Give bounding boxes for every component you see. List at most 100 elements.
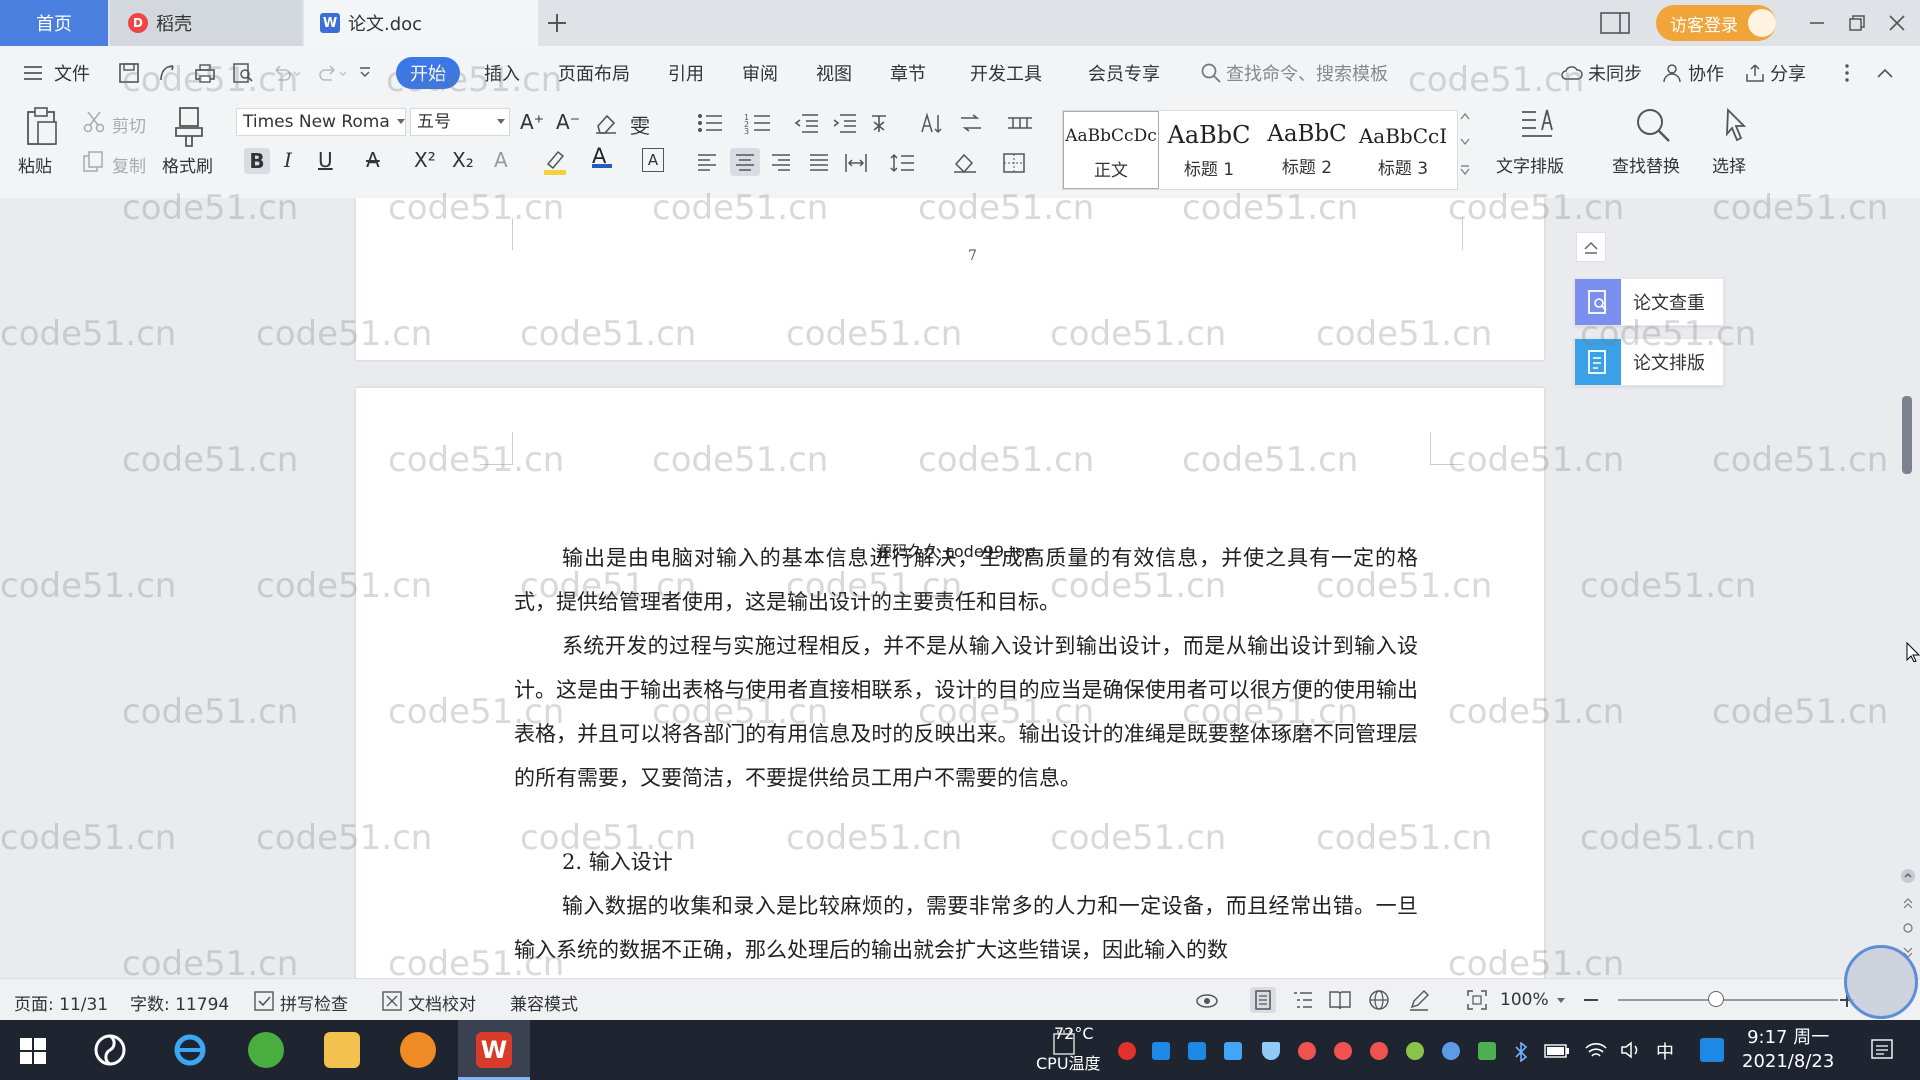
menu-chapter[interactable]: 章节	[890, 60, 926, 86]
collapse-ribbon-icon[interactable]	[1874, 62, 1896, 84]
input-method-indicator[interactable]: 中	[1656, 1038, 1674, 1064]
superscript-icon[interactable]: X²	[414, 148, 436, 172]
paste-button-label[interactable]: 粘贴	[18, 152, 52, 177]
decrease-indent-icon[interactable]	[794, 112, 820, 134]
menu-insert[interactable]: 插入	[484, 60, 520, 86]
paste-icon[interactable]	[24, 106, 60, 146]
windows-start-icon[interactable]	[20, 1038, 46, 1064]
minimize-icon[interactable]	[1806, 12, 1828, 34]
close-icon[interactable]	[1886, 12, 1908, 34]
text-layout-icon[interactable]	[1520, 106, 1558, 146]
menu-developer[interactable]: 开发工具	[970, 60, 1042, 86]
unsynced-status[interactable]: 未同步	[1588, 60, 1642, 86]
strikethrough-icon[interactable]: A	[366, 148, 380, 172]
360-browser-icon[interactable]	[248, 1032, 284, 1068]
document-paragraph[interactable]: 输出是由电脑对输入的基本信息进行解决，生成高质量的有效信息，并使之具有一定的格式…	[514, 536, 1418, 624]
wifi-icon[interactable]	[1584, 1040, 1608, 1060]
zoom-slider-thumb[interactable]	[1708, 991, 1724, 1007]
spell-check-button[interactable]: 拼写检查	[280, 990, 348, 1015]
font-size-select[interactable]: 五号	[410, 108, 510, 136]
tray-app-icon[interactable]	[1406, 1042, 1424, 1060]
pinwheel-app-icon[interactable]	[92, 1032, 128, 1068]
phonetic-guide-icon[interactable]: 雯	[630, 110, 650, 139]
find-replace-icon[interactable]	[1634, 106, 1672, 146]
distributed-align-icon[interactable]	[844, 152, 868, 174]
tray-app-icon[interactable]	[1188, 1042, 1206, 1060]
undo-icon[interactable]	[270, 62, 300, 84]
style-heading-3[interactable]: AaBbCcI 标题 3	[1355, 111, 1451, 189]
decrease-font-icon[interactable]: A⁻	[556, 110, 580, 134]
style-normal[interactable]: AaBbCcDc 正文	[1063, 111, 1159, 189]
battery-icon[interactable]	[1544, 1044, 1570, 1058]
quick-access-more-icon[interactable]	[358, 66, 372, 80]
notification-center-icon[interactable]	[1870, 1038, 1894, 1062]
share-button[interactable]: 分享	[1770, 60, 1806, 86]
font-color-icon[interactable]: A	[592, 144, 612, 168]
clear-format-icon[interactable]	[594, 112, 618, 134]
menu-home-start[interactable]: 开始	[396, 57, 460, 89]
tray-security-icon[interactable]	[1262, 1042, 1280, 1060]
align-right-icon[interactable]	[770, 152, 792, 172]
menu-page-layout[interactable]: 页面布局	[558, 60, 630, 86]
scroll-up-icon[interactable]	[1900, 868, 1916, 884]
copy-icon[interactable]	[82, 150, 106, 174]
system-clock[interactable]: 9:17 周一 2021/8/23	[1742, 1026, 1834, 1074]
tab-document[interactable]: W 论文.doc	[304, 0, 538, 46]
word-count-status[interactable]: 字数: 11794	[130, 990, 229, 1015]
paper-check-button[interactable]: 论文查重	[1574, 278, 1724, 326]
browse-object-icon[interactable]	[1902, 922, 1914, 934]
web-view-icon[interactable]	[1368, 989, 1390, 1011]
volume-icon[interactable]	[1620, 1040, 1642, 1060]
sort-icon[interactable]	[918, 112, 942, 134]
tab-home[interactable]: 首页	[0, 0, 108, 46]
vertical-scrollbar-thumb[interactable]	[1902, 396, 1912, 474]
bold-icon[interactable]: B	[244, 148, 270, 174]
document-paragraph[interactable]: 系统开发的过程与实施过程相反，并不是从输入设计到输出设计，而是从输出设计到输入设…	[514, 624, 1418, 800]
tab-daoke[interactable]: D 稻壳	[110, 0, 302, 46]
media-player-icon[interactable]	[400, 1032, 436, 1068]
zoom-dropdown-icon[interactable]	[1556, 997, 1566, 1005]
tray-app-icon[interactable]	[1224, 1042, 1242, 1060]
text-layout-button[interactable]: 文字排版	[1496, 152, 1564, 177]
format-painter-icon[interactable]	[172, 106, 206, 148]
increase-indent-icon[interactable]	[832, 112, 858, 134]
tray-app-icon[interactable]	[1442, 1042, 1460, 1060]
ie-browser-icon[interactable]	[172, 1032, 208, 1068]
style-scroll-down-icon[interactable]	[1460, 138, 1470, 146]
chinese-layout-icon[interactable]	[870, 112, 900, 134]
page-view-icon[interactable]	[1250, 987, 1276, 1013]
wps-taskbar-item[interactable]: W	[458, 1020, 530, 1080]
tray-nvidia-icon[interactable]	[1478, 1042, 1496, 1060]
page-count-status[interactable]: 页面: 11/31	[14, 990, 108, 1015]
highlight-icon[interactable]	[542, 148, 568, 176]
align-left-icon[interactable]	[696, 152, 718, 172]
proofread-button[interactable]: 文档校对	[408, 990, 476, 1015]
collab-button[interactable]: 协作	[1688, 60, 1724, 86]
section-heading[interactable]: 2. 输入设计	[514, 840, 1418, 884]
prev-page-icon[interactable]	[1902, 896, 1914, 910]
paper-format-button[interactable]: 论文排版	[1574, 338, 1724, 386]
align-center-icon[interactable]	[730, 148, 760, 176]
eye-protection-icon[interactable]	[1194, 989, 1220, 1011]
menu-references[interactable]: 引用	[668, 60, 704, 86]
shading-icon[interactable]	[952, 152, 978, 174]
zoom-level[interactable]: 100%	[1500, 990, 1549, 1010]
style-more-icon[interactable]	[1460, 164, 1470, 176]
style-scroll-up-icon[interactable]	[1460, 112, 1470, 120]
show-marks-icon[interactable]	[958, 112, 984, 134]
tray-app-icon[interactable]	[1700, 1038, 1724, 1062]
style-heading-1[interactable]: AaBbC 标题 1	[1159, 111, 1259, 189]
print-icon[interactable]	[194, 62, 216, 84]
character-border-icon[interactable]: A	[642, 148, 664, 172]
select-button[interactable]: 选择	[1712, 152, 1746, 177]
new-tab-plus-icon[interactable]	[544, 10, 570, 36]
table-tools-icon[interactable]	[1006, 112, 1034, 134]
tray-qq-icon[interactable]	[1370, 1042, 1388, 1060]
menu-file[interactable]: 文件	[54, 60, 90, 86]
window-layout-icon[interactable]	[1600, 12, 1630, 34]
tray-qq-icon[interactable]	[1334, 1042, 1352, 1060]
tray-app-icon[interactable]	[1118, 1042, 1136, 1060]
writing-mode-icon[interactable]	[1408, 989, 1430, 1011]
borders-icon[interactable]	[1002, 152, 1026, 174]
copy-button-label[interactable]: 复制	[112, 152, 146, 177]
